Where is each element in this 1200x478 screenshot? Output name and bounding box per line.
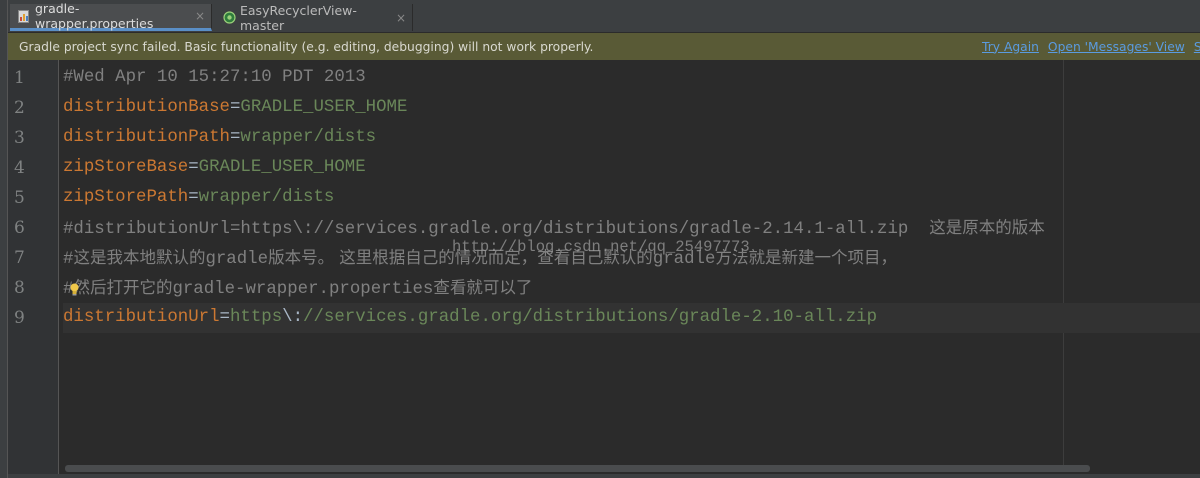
property-key: zipStorePath bbox=[63, 188, 189, 207]
property-value: wrapper/dists bbox=[198, 188, 335, 207]
code-line-9: distributionUrl=https\://services.gradle… bbox=[63, 303, 1200, 333]
close-icon[interactable]: × bbox=[195, 9, 205, 23]
line-number: 1 bbox=[14, 68, 25, 88]
line-number: 9 bbox=[14, 308, 25, 328]
property-key: distributionUrl bbox=[63, 308, 220, 327]
code-line-3: distributionPath=wrapper/dists bbox=[63, 123, 1200, 153]
comment-text: # bbox=[63, 250, 74, 269]
tab-label: gradle-wrapper.properties bbox=[35, 1, 154, 31]
android-module-icon bbox=[223, 11, 236, 24]
property-value: wrapper/dists bbox=[240, 128, 377, 147]
property-value: //services.gradle.org/distributions/grad… bbox=[303, 308, 878, 327]
left-tool-strip bbox=[0, 0, 8, 478]
show-log-link[interactable]: Sh bbox=[1194, 40, 1200, 54]
equals-sign: = bbox=[219, 308, 230, 327]
line-number: 5 bbox=[14, 188, 25, 208]
gradle-sync-failed-banner: Gradle project sync failed. Basic functi… bbox=[8, 33, 1200, 60]
code-line-1: #Wed Apr 10 15:27:10 PDT 2013 bbox=[63, 63, 1200, 93]
escape-sequence: \: bbox=[282, 308, 304, 327]
property-key: zipStoreBase bbox=[63, 158, 189, 177]
try-again-link[interactable]: Try Again bbox=[982, 40, 1039, 54]
code-line-2: distributionBase=GRADLE_USER_HOME bbox=[63, 93, 1200, 123]
close-icon[interactable]: × bbox=[396, 11, 406, 25]
watermark-text: http://blog.csdn.net/qq_25497773 bbox=[452, 238, 750, 256]
lightbulb-icon[interactable] bbox=[69, 281, 80, 296]
equals-sign: = bbox=[188, 158, 199, 177]
banner-actions: Try Again Open 'Messages' View Sh bbox=[982, 33, 1200, 60]
line-number: 8 bbox=[14, 278, 25, 298]
comment-text: 这是我本地默认的 bbox=[73, 248, 206, 267]
comment-text: gradle bbox=[205, 250, 269, 269]
tab-easyrecyclerview-master[interactable]: EasyRecyclerView-master × bbox=[215, 2, 413, 33]
code-line-4: zipStoreBase=GRADLE_USER_HOME bbox=[63, 153, 1200, 183]
line-number: 6 bbox=[14, 218, 25, 238]
line-number: 4 bbox=[14, 158, 25, 178]
line-number: 2 bbox=[14, 98, 25, 118]
bottom-edge bbox=[0, 474, 1200, 478]
equals-sign: = bbox=[188, 188, 199, 207]
banner-message: Gradle project sync failed. Basic functi… bbox=[19, 39, 594, 54]
horizontal-scrollbar[interactable] bbox=[65, 465, 1090, 472]
code-line-5: zipStorePath=wrapper/dists bbox=[63, 183, 1200, 213]
property-value: GRADLE_USER_HOME bbox=[198, 158, 366, 177]
comment-text: 这是原本的版本 bbox=[929, 218, 1045, 237]
comment-text: gradle-wrapper.properties bbox=[172, 280, 434, 299]
property-value: https bbox=[229, 308, 283, 327]
comment-text: #Wed Apr 10 15:27:10 PDT 2013 bbox=[63, 68, 366, 87]
equals-sign: = bbox=[229, 128, 241, 147]
gradle-file-icon bbox=[18, 9, 30, 23]
code-line-8: #然后打开它的gradle-wrapper.properties查看就可以了 bbox=[63, 273, 1200, 303]
comment-text: 然后打开它的 bbox=[73, 278, 173, 297]
property-value: GRADLE_USER_HOME bbox=[240, 98, 408, 117]
tab-label: EasyRecyclerView-master bbox=[240, 2, 357, 33]
open-messages-view-link[interactable]: Open 'Messages' View bbox=[1048, 40, 1185, 54]
code-editor[interactable]: 1 2 3 4 5 6 7 8 9 #Wed Apr 10 15:27:10 P… bbox=[8, 60, 1200, 478]
tab-gradle-wrapper-properties[interactable]: gradle-wrapper.properties × bbox=[10, 1, 212, 31]
property-key: distributionPath bbox=[63, 128, 230, 147]
line-number-gutter: 1 2 3 4 5 6 7 8 9 bbox=[8, 60, 58, 478]
code-lines: #Wed Apr 10 15:27:10 PDT 2013 distributi… bbox=[63, 63, 1200, 333]
comment-text: 查看就可以了 bbox=[433, 278, 533, 297]
line-number: 7 bbox=[14, 248, 25, 268]
equals-sign: = bbox=[229, 98, 241, 117]
comment-text: #distributionUrl=https\://services.gradl… bbox=[63, 220, 930, 239]
line-number: 3 bbox=[14, 128, 25, 148]
property-key: distributionBase bbox=[63, 98, 230, 117]
gutter-divider bbox=[58, 60, 59, 478]
editor-tab-bar: gradle-wrapper.properties × EasyRecycler… bbox=[0, 0, 1200, 33]
